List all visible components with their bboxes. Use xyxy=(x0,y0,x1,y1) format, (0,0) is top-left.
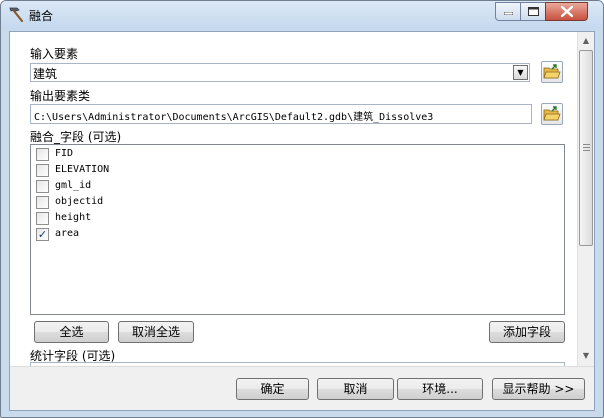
browse-output-button[interactable] xyxy=(541,103,563,125)
grip-line xyxy=(583,144,590,145)
show-help-button[interactable]: 显示帮助 >> xyxy=(492,378,585,400)
field-name: objectid xyxy=(55,196,104,207)
grip-line xyxy=(583,150,590,151)
dissolve-fields-label: 融合_字段 (可选) xyxy=(30,130,122,144)
open-folder-icon xyxy=(543,64,561,79)
open-folder-icon xyxy=(543,106,561,121)
title-bar[interactable]: 融合 xyxy=(1,1,603,29)
field-name: height xyxy=(55,212,92,223)
output-features-textbox[interactable]: C:\Users\Administrator\Documents\ArcGIS\… xyxy=(30,104,532,124)
checkbox-checked[interactable]: ✓ xyxy=(36,228,49,241)
field-name: area xyxy=(55,228,80,239)
ok-button[interactable]: 确定 xyxy=(236,378,309,400)
checkbox[interactable] xyxy=(36,180,49,193)
chevron-down-icon: ▼ xyxy=(517,68,524,77)
cancel-button[interactable]: 取消 xyxy=(317,378,394,400)
dialog-body: 输入要素 建筑 ▼ 输出要素类 C:\Users\Administrator\D… xyxy=(9,31,595,411)
input-features-combobox[interactable]: 建筑 ▼ xyxy=(30,63,530,82)
maximize-icon xyxy=(528,7,539,16)
hammer-tool-icon xyxy=(9,7,24,23)
add-field-button[interactable]: 添加字段 xyxy=(489,321,565,343)
combo-dropdown-button[interactable]: ▼ xyxy=(513,65,528,80)
field-name: gml_id xyxy=(55,180,92,191)
field-name: FID xyxy=(55,148,74,159)
close-button[interactable] xyxy=(545,2,588,21)
maximize-button[interactable] xyxy=(520,2,546,21)
input-features-label: 输入要素 xyxy=(30,47,79,61)
parameters-panel: 输入要素 建筑 ▼ 输出要素类 C:\Users\Administrator\D… xyxy=(10,32,577,366)
footer-divider xyxy=(10,366,594,367)
environments-button[interactable]: 环境... xyxy=(397,378,483,400)
checkbox[interactable] xyxy=(36,196,49,209)
checkbox[interactable] xyxy=(36,164,49,177)
check-mark-icon: ✓ xyxy=(37,228,48,241)
browse-input-button[interactable] xyxy=(541,61,563,83)
scroll-up-icon[interactable]: ▲ xyxy=(580,35,592,47)
dissolve-dialog: 融合 输入要素 建筑 ▼ 输出要素类 C:\Users\Administrato… xyxy=(0,0,604,418)
field-name: ELEVATION xyxy=(55,164,110,175)
scroll-down-icon[interactable]: ▼ xyxy=(580,350,592,362)
checkbox[interactable] xyxy=(36,148,49,161)
output-features-value: C:\Users\Administrator\Documents\ArcGIS\… xyxy=(34,112,434,123)
grip-line xyxy=(583,147,590,148)
minimize-button[interactable] xyxy=(495,2,521,21)
dissolve-fields-listbox[interactable]: FID ELEVATION gml_id objectid height ✓ a… xyxy=(30,144,565,315)
scroll-thumb[interactable] xyxy=(579,50,593,246)
vertical-scrollbar[interactable]: ▲ ▼ xyxy=(577,32,594,366)
window-title: 融合 xyxy=(29,9,54,23)
checkbox[interactable] xyxy=(36,212,49,225)
output-features-label: 输出要素类 xyxy=(30,89,91,103)
select-all-button[interactable]: 全选 xyxy=(34,321,109,343)
unselect-all-button[interactable]: 取消全选 xyxy=(118,321,194,343)
input-features-value: 建筑 xyxy=(33,67,58,81)
minimize-icon xyxy=(504,12,513,15)
close-icon xyxy=(561,6,573,17)
